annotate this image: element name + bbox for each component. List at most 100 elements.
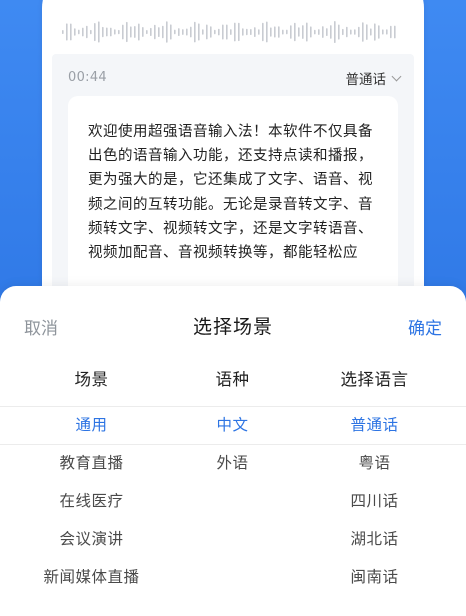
waveform-bar bbox=[194, 21, 196, 43]
waveform-bar bbox=[326, 28, 328, 36]
waveform-bar bbox=[178, 28, 180, 36]
waveform-bar bbox=[390, 25, 392, 39]
waveform-bar bbox=[254, 27, 256, 37]
waveform-bar bbox=[130, 26, 132, 38]
column-header-scene: 场景 bbox=[74, 370, 109, 389]
waveform-bar bbox=[146, 30, 148, 35]
waveform-bar bbox=[394, 25, 396, 39]
waveform-bar bbox=[318, 29, 320, 35]
waveform-bar bbox=[346, 26, 348, 38]
waveform-bar bbox=[142, 27, 144, 37]
waveform-bar bbox=[230, 29, 232, 35]
waveform-bar bbox=[186, 28, 188, 36]
waveform-bar bbox=[98, 21, 100, 43]
waveform-bar bbox=[218, 28, 220, 36]
column-header-language-type: 语种 bbox=[215, 370, 250, 389]
column-headers: 场景 语种 选择语言 bbox=[0, 366, 466, 396]
waveform-bar bbox=[198, 23, 200, 41]
waveform-bar bbox=[342, 28, 344, 36]
waveform-bar bbox=[74, 28, 76, 36]
waveform-bar bbox=[350, 29, 352, 35]
waveform-bar bbox=[154, 24, 156, 40]
waveform-bar bbox=[294, 22, 296, 42]
picker-option[interactable]: 教育直播 bbox=[14, 444, 169, 482]
scene-picker-column[interactable]: 通用 教育直播 在线医疗 会议演讲 新闻媒体直播 bbox=[14, 406, 169, 596]
language-dropdown[interactable]: 普通话 bbox=[345, 68, 402, 88]
picker-option[interactable]: 闽南话 bbox=[297, 558, 452, 596]
picker-option-selected[interactable]: 普通话 bbox=[297, 406, 452, 444]
language-type-picker-column[interactable]: 中文 外语 bbox=[155, 406, 310, 482]
column-header-dialect: 选择语言 bbox=[340, 370, 409, 389]
waveform-bar bbox=[66, 23, 68, 41]
recording-time: 00:44 bbox=[68, 70, 107, 85]
waveform-bar bbox=[70, 23, 72, 41]
waveform-bar bbox=[298, 27, 300, 37]
sheet-title: 选择场景 bbox=[192, 316, 273, 338]
waveform-bar bbox=[170, 24, 172, 40]
waveform-bar bbox=[86, 25, 88, 39]
waveform-bar bbox=[306, 22, 308, 42]
waveform-bar bbox=[370, 28, 372, 36]
waveform-bar bbox=[182, 29, 184, 35]
waveform-bar bbox=[266, 21, 268, 43]
waveform-bar bbox=[114, 29, 116, 35]
waveform-bar bbox=[366, 24, 368, 40]
waveform-bar bbox=[122, 24, 124, 40]
waveform-bar bbox=[334, 21, 336, 43]
picker-option[interactable]: 在线医疗 bbox=[14, 482, 169, 520]
waveform-bar bbox=[258, 29, 260, 35]
waveform-bar bbox=[94, 23, 96, 42]
waveform-bar bbox=[90, 29, 92, 35]
waveform-bar bbox=[82, 27, 84, 37]
waveform-bar bbox=[166, 21, 168, 43]
waveform-bar bbox=[106, 27, 108, 37]
waveform-bar bbox=[150, 27, 152, 36]
sheet-header: 取消 选择场景 确定 bbox=[0, 286, 466, 364]
waveform-bar bbox=[322, 26, 324, 38]
waveform-bar bbox=[234, 22, 236, 42]
waveform-bar bbox=[102, 26, 104, 38]
picker-option[interactable]: 湖北话 bbox=[297, 520, 452, 558]
waveform-bar bbox=[338, 24, 340, 40]
picker-option[interactable]: 新闻媒体直播 bbox=[14, 558, 169, 596]
picker-option-selected[interactable]: 通用 bbox=[14, 406, 169, 444]
picker-option[interactable]: 粤语 bbox=[297, 444, 452, 482]
transcript-text: 欢迎使用超强语音输入法！本软件不仅具备出色的语音输入功能，还支持点读和播报，更为… bbox=[88, 124, 373, 262]
language-dropdown-label: 普通话 bbox=[345, 72, 387, 88]
waveform-bar bbox=[246, 28, 248, 36]
waveform-bar bbox=[382, 29, 384, 35]
waveform-bar bbox=[110, 27, 112, 37]
waveform-bar bbox=[190, 26, 192, 38]
waveform-bar bbox=[282, 29, 284, 35]
waveform-bar bbox=[214, 29, 216, 35]
chevron-down-icon bbox=[391, 71, 402, 81]
waveform-bar bbox=[310, 26, 312, 38]
dialect-picker-column[interactable]: 普通话 粤语 四川话 湖北话 闽南话 bbox=[297, 406, 452, 596]
waveform-bar bbox=[202, 29, 204, 35]
waveform-bar bbox=[330, 25, 332, 39]
waveform-bar bbox=[290, 25, 292, 39]
picker-option[interactable]: 四川话 bbox=[297, 482, 452, 520]
waveform-bar bbox=[126, 21, 128, 43]
waveform-bar bbox=[62, 30, 64, 34]
picker-option-selected[interactable]: 中文 bbox=[155, 406, 310, 444]
waveform-bar bbox=[174, 29, 176, 35]
waveform-bar bbox=[286, 29, 288, 35]
waveform-bar bbox=[242, 28, 244, 36]
waveform-bar bbox=[374, 23, 376, 41]
scene-picker-sheet: 取消 选择场景 确定 场景 语种 选择语言 通用 教育直播 在线医疗 会议演讲 新闻媒体… bbox=[0, 286, 466, 616]
picker-option[interactable]: 会议演讲 bbox=[14, 520, 169, 558]
waveform-bar bbox=[138, 23, 140, 41]
waveform-bar bbox=[134, 26, 136, 38]
waveform-bar bbox=[118, 29, 120, 35]
waveform-bar bbox=[158, 27, 160, 37]
picker-option[interactable]: 外语 bbox=[155, 444, 310, 482]
confirm-button[interactable]: 确定 bbox=[408, 314, 442, 339]
waveform-bar bbox=[250, 29, 252, 35]
waveform-bar bbox=[210, 26, 212, 38]
waveform-bar bbox=[278, 26, 280, 38]
waveform-bar bbox=[270, 27, 272, 37]
waveform-bar bbox=[222, 24, 224, 40]
waveform-bar bbox=[362, 22, 364, 42]
waveform-bar bbox=[354, 29, 356, 35]
